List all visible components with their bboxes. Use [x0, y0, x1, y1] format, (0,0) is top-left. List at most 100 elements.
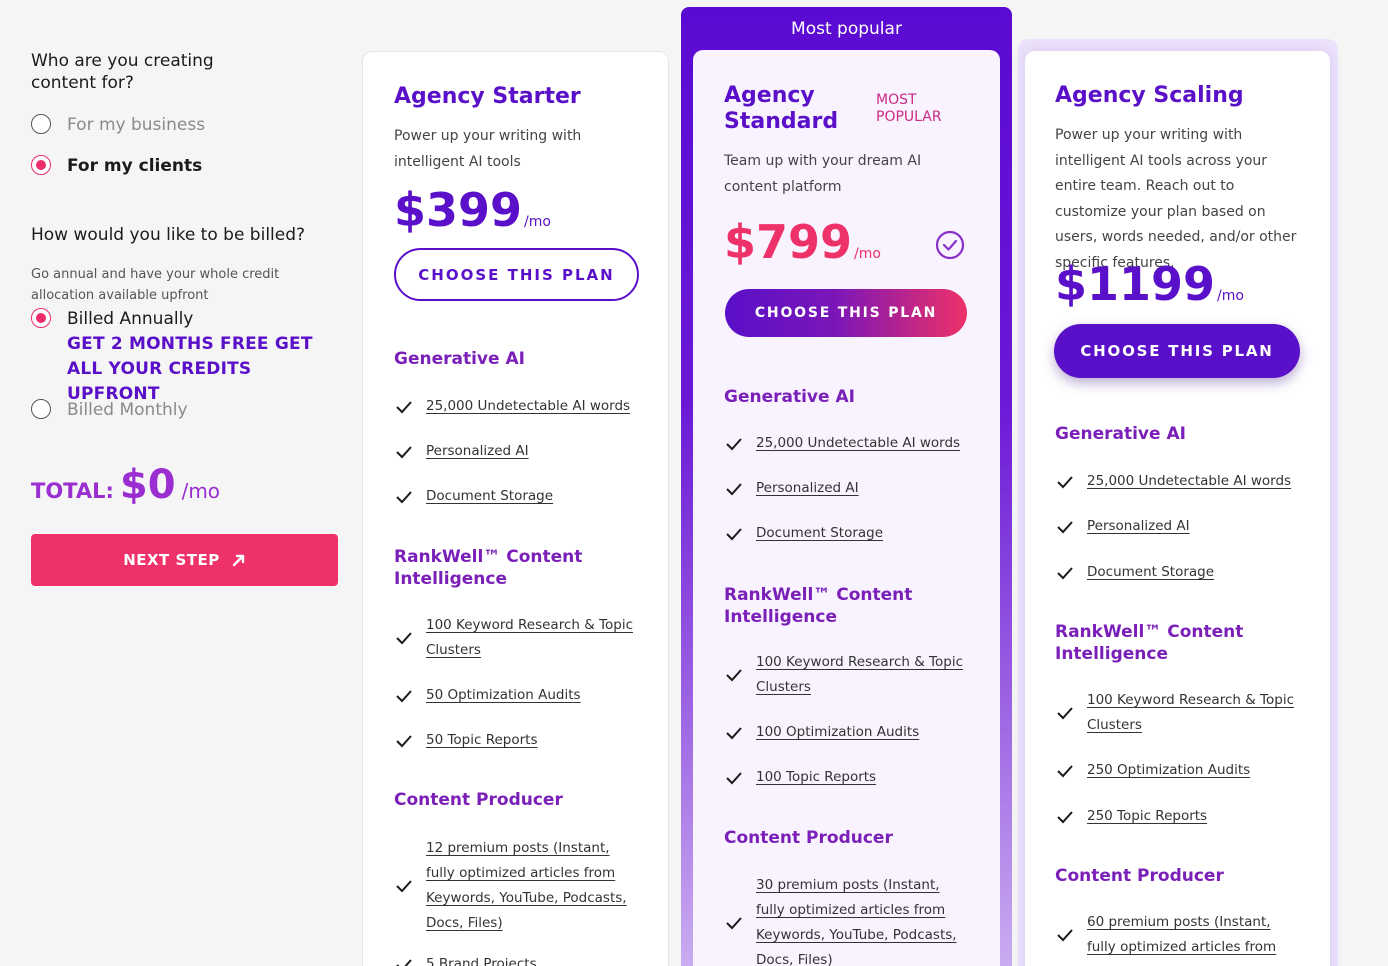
- billing-hint: Go annual and have your whole credit all…: [31, 267, 280, 303]
- check-icon: [396, 958, 412, 966]
- plan-price: $399 /mo: [394, 185, 551, 235]
- plan-card-agency-standard: Agency Standard MOST POPULAR Team up wit…: [693, 50, 1000, 966]
- total-amount: $0: [119, 462, 176, 508]
- check-icon: [1057, 520, 1073, 533]
- price-amount: $399: [394, 183, 523, 237]
- total-unit: /mo: [181, 479, 221, 503]
- feature-link[interactable]: 25,000 Undetectable AI words: [426, 394, 630, 419]
- feature-item: 25,000 Undetectable AI words: [394, 394, 644, 419]
- radio-label: For my clients: [67, 156, 203, 176]
- feature-link[interactable]: 100 Keyword Research & Topic Clusters: [426, 613, 636, 663]
- check-icon: [396, 632, 412, 645]
- feature-link[interactable]: 12 premium posts (Instant, fully optimiz…: [426, 836, 638, 936]
- next-step-button[interactable]: NEXT STEP: [31, 534, 338, 586]
- feature-link[interactable]: 250 Topic Reports: [1087, 804, 1207, 829]
- radio-button[interactable]: [31, 399, 51, 419]
- check-icon: [726, 917, 742, 930]
- check-icon: [396, 445, 412, 458]
- feature-item: 50 Topic Reports: [394, 728, 644, 753]
- feature-item: Personalized AI: [724, 476, 974, 501]
- feature-item: 30 premium posts (Instant, fully optimiz…: [724, 873, 974, 966]
- radio-label: Billed Monthly: [67, 400, 188, 420]
- radio-for-my-clients[interactable]: For my clients: [31, 155, 202, 177]
- feature-link[interactable]: 100 Topic Reports: [756, 765, 876, 790]
- feature-link[interactable]: 5 Brand Projects: [426, 952, 537, 966]
- most-popular-tag: MOST POPULAR: [876, 92, 942, 125]
- arrow-up-right-icon: [232, 554, 244, 567]
- feature-link[interactable]: 100 Keyword Research & Topic Clusters: [1087, 688, 1299, 738]
- feature-link[interactable]: Personalized AI: [1087, 514, 1190, 539]
- plan-price: $1199 /mo: [1055, 259, 1244, 309]
- section-title-rankwell: RankWell™ Content Intelligence: [394, 547, 583, 589]
- check-icon: [396, 400, 412, 413]
- check-icon: [726, 437, 742, 450]
- section-title-generative-ai: Generative AI: [1055, 424, 1186, 444]
- section-title-content-producer: Content Producer: [724, 828, 893, 848]
- choose-plan-button[interactable]: CHOOSE THIS PLAN: [394, 248, 639, 301]
- feature-item: 50 Optimization Audits: [394, 683, 644, 708]
- radio-label: For my business: [67, 115, 206, 135]
- plan-card-agency-scaling: Agency Scaling Power up your writing wit…: [1025, 51, 1330, 966]
- plan-title: Agency Scaling: [1055, 83, 1244, 108]
- feature-link[interactable]: 100 Keyword Research & Topic Clusters: [756, 650, 968, 700]
- check-icon: [396, 490, 412, 503]
- feature-item: Personalized AI: [394, 439, 644, 464]
- radio-for-my-business[interactable]: For my business: [31, 114, 205, 136]
- radio-billed-annually[interactable]: Billed Annually GET 2 MONTHS FREE GET AL…: [31, 308, 347, 407]
- most-popular-banner: Most popular: [791, 19, 902, 39]
- audience-question: Who are you creating content for?: [31, 51, 214, 93]
- price-amount: $799: [724, 215, 853, 269]
- section-title-rankwell: RankWell™ Content Intelligence: [724, 585, 913, 627]
- choose-plan-button[interactable]: CHOOSE THIS PLAN: [725, 289, 967, 337]
- check-icon: [396, 880, 412, 893]
- check-icon: [396, 689, 412, 702]
- plan-description: Power up your writing with intelligent A…: [394, 128, 582, 170]
- choose-plan-button[interactable]: CHOOSE THIS PLAN: [1054, 324, 1300, 378]
- plan-price: $799 /mo: [724, 217, 881, 267]
- annual-promo-text: GET 2 MONTHS FREE GET ALL YOUR CREDITS U…: [67, 334, 313, 404]
- feature-link[interactable]: 100 Optimization Audits: [756, 720, 919, 745]
- feature-item: Document Storage: [724, 521, 974, 546]
- feature-item: 5 Brand Projects: [394, 952, 644, 966]
- plan-title: Agency Starter: [394, 84, 581, 109]
- check-icon: [1057, 566, 1073, 579]
- total-label: TOTAL:: [31, 479, 114, 503]
- feature-link[interactable]: Document Storage: [1087, 560, 1214, 585]
- check-icon: [726, 527, 742, 540]
- check-icon: [726, 726, 742, 739]
- next-step-label: NEXT STEP: [123, 551, 220, 569]
- feature-item: 100 Keyword Research & Topic Clusters: [724, 650, 974, 700]
- feature-link[interactable]: Personalized AI: [426, 439, 529, 464]
- feature-link[interactable]: 25,000 Undetectable AI words: [1087, 469, 1291, 494]
- check-icon: [1057, 810, 1073, 823]
- feature-item: 25,000 Undetectable AI words: [724, 431, 974, 456]
- feature-item: 100 Keyword Research & Topic Clusters: [394, 613, 644, 663]
- feature-link[interactable]: 30 premium posts (Instant, fully optimiz…: [756, 873, 968, 966]
- check-icon: [1057, 929, 1073, 942]
- feature-link[interactable]: 50 Topic Reports: [426, 728, 538, 753]
- billing-options-panel: Who are you creating content for? For my…: [31, 50, 341, 586]
- feature-link[interactable]: Document Storage: [426, 484, 553, 509]
- price-unit: /mo: [1217, 288, 1244, 304]
- feature-item: 100 Optimization Audits: [724, 720, 974, 745]
- plan-title: Agency Standard: [724, 83, 839, 134]
- feature-link[interactable]: 250 Optimization Audits: [1087, 758, 1250, 783]
- feature-link[interactable]: 60 premium posts (Instant, fully optimiz…: [1087, 910, 1299, 960]
- check-icon: [396, 734, 412, 747]
- feature-link[interactable]: 50 Optimization Audits: [426, 683, 581, 708]
- radio-button-checked[interactable]: [31, 308, 51, 328]
- radio-button-checked[interactable]: [31, 155, 51, 175]
- feature-item: Document Storage: [1055, 560, 1305, 585]
- feature-link[interactable]: 25,000 Undetectable AI words: [756, 431, 960, 456]
- check-icon: [1057, 475, 1073, 488]
- feature-link[interactable]: Document Storage: [756, 521, 883, 546]
- radio-label: Billed Annually: [67, 309, 194, 329]
- price-unit: /mo: [854, 246, 881, 262]
- radio-button[interactable]: [31, 114, 51, 134]
- plan-description: Power up your writing with intelligent A…: [1055, 127, 1297, 271]
- feature-item: 250 Topic Reports: [1055, 804, 1305, 829]
- radio-billed-monthly[interactable]: Billed Monthly: [31, 399, 188, 421]
- section-title-content-producer: Content Producer: [394, 790, 563, 810]
- feature-link[interactable]: Personalized AI: [756, 476, 859, 501]
- section-title-content-producer: Content Producer: [1055, 866, 1224, 886]
